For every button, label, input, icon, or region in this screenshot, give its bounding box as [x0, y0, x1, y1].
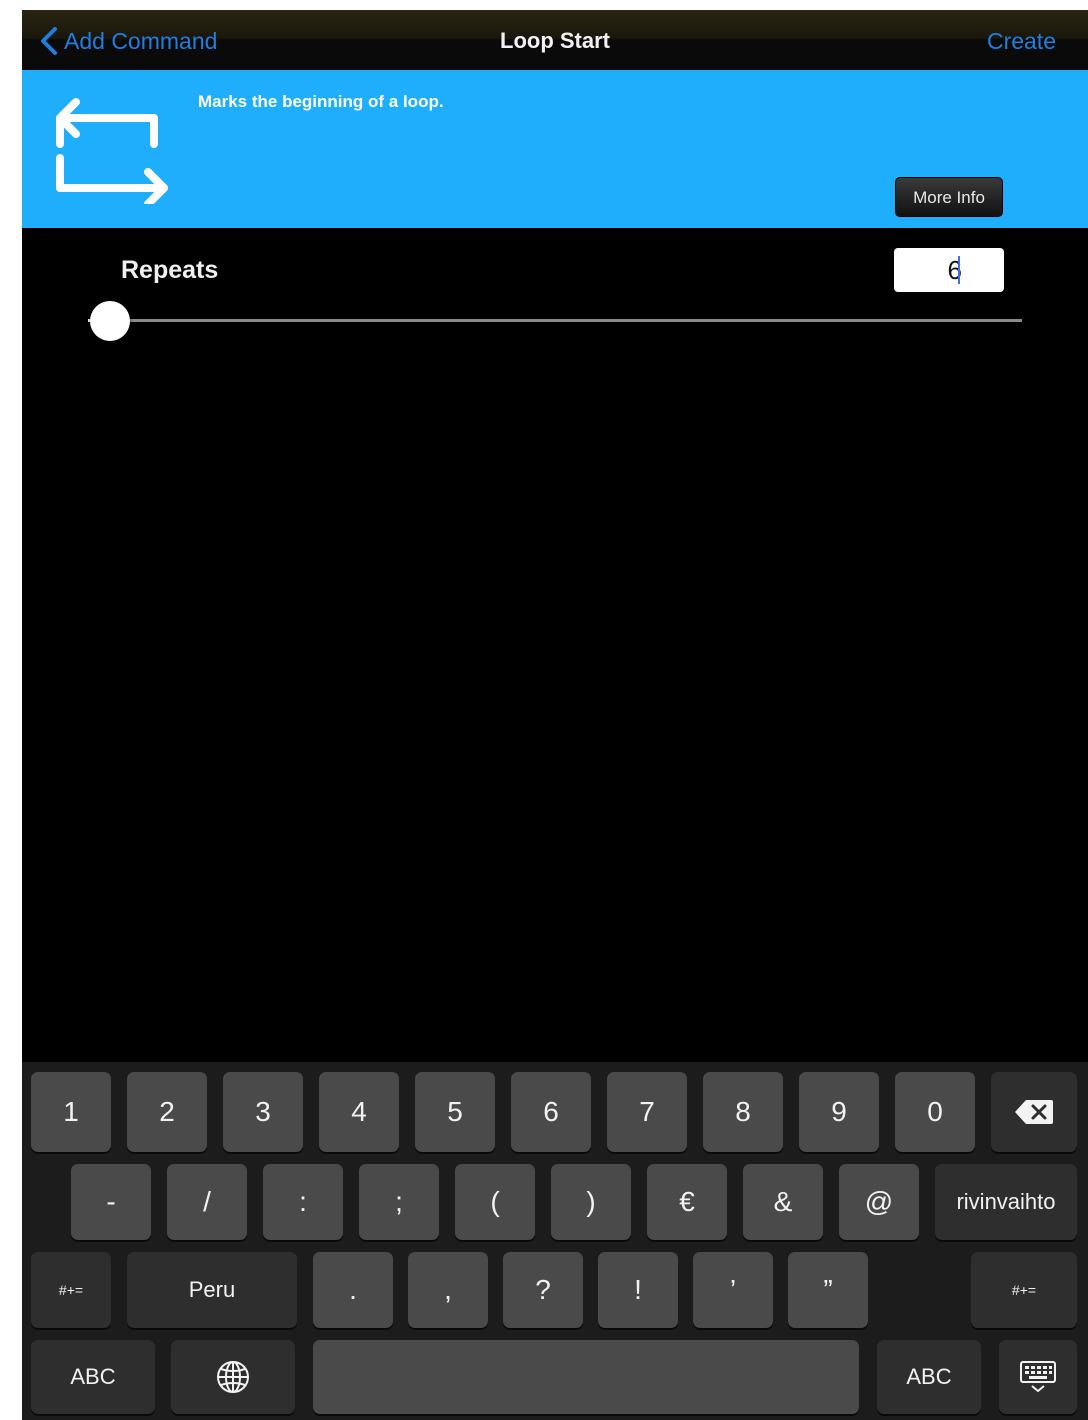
- key-4[interactable]: 4: [319, 1072, 399, 1152]
- symbols-key-right-label: #+=: [1011, 1282, 1037, 1298]
- key-colon[interactable]: :: [263, 1164, 343, 1240]
- abc-key-right[interactable]: ABC: [877, 1340, 981, 1414]
- globe-icon: [217, 1361, 249, 1393]
- dismiss-keyboard-key[interactable]: [999, 1340, 1077, 1414]
- delete-key[interactable]: [991, 1072, 1077, 1152]
- abc-key-right-label: ABC: [906, 1364, 952, 1389]
- return-key-label: rivinvaihto: [956, 1189, 1056, 1214]
- app-screen: Add Command Loop Start Create Marks the …: [22, 10, 1088, 1420]
- text-caret: [958, 256, 960, 284]
- globe-key[interactable]: [171, 1340, 295, 1414]
- key-7[interactable]: 7: [607, 1072, 687, 1152]
- key-open-paren[interactable]: (: [455, 1164, 535, 1240]
- symbols-key-left-label: #+=: [58, 1282, 84, 1298]
- command-description: Marks the beginning of a loop.: [198, 92, 444, 111]
- backspace-icon: [1015, 1100, 1053, 1124]
- onscreen-keyboard: 1 2 3 4 5 6 7 8 9 0 - / : ; ( ) € & @ ri…: [22, 1062, 1088, 1420]
- symbols-key-left[interactable]: #+=: [31, 1252, 111, 1328]
- abc-key-left-label: ABC: [70, 1364, 116, 1389]
- key-close-paren[interactable]: ): [551, 1164, 631, 1240]
- key-9[interactable]: 9: [799, 1072, 879, 1152]
- key-euro[interactable]: €: [647, 1164, 727, 1240]
- key-period[interactable]: .: [313, 1252, 393, 1328]
- repeats-label: Repeats: [121, 256, 219, 284]
- repeats-slider-thumb[interactable]: [90, 301, 130, 341]
- repeats-slider-track[interactable]: [88, 319, 1022, 322]
- keyboard-dismiss-icon: [1020, 1361, 1056, 1393]
- undo-key[interactable]: Peru: [127, 1252, 297, 1328]
- loop-repeat-icon: [56, 98, 168, 204]
- navigation-bar: Add Command Loop Start Create: [22, 10, 1088, 70]
- key-5[interactable]: 5: [415, 1072, 495, 1152]
- key-0[interactable]: 0: [895, 1072, 975, 1152]
- abc-key-left[interactable]: ABC: [31, 1340, 155, 1414]
- info-banner: Marks the beginning of a loop. More Info: [22, 70, 1088, 228]
- undo-key-label: Peru: [188, 1277, 236, 1302]
- return-key[interactable]: rivinvaihto: [935, 1164, 1077, 1240]
- key-question[interactable]: ?: [503, 1252, 583, 1328]
- create-button[interactable]: Create: [987, 28, 1056, 55]
- key-hyphen[interactable]: -: [71, 1164, 151, 1240]
- key-at[interactable]: @: [839, 1164, 919, 1240]
- repeats-input[interactable]: 6: [894, 248, 1004, 292]
- symbols-key-right[interactable]: #+=: [971, 1252, 1077, 1328]
- key-exclamation[interactable]: !: [598, 1252, 678, 1328]
- key-slash[interactable]: /: [167, 1164, 247, 1240]
- key-2[interactable]: 2: [127, 1072, 207, 1152]
- key-semicolon[interactable]: ;: [359, 1164, 439, 1240]
- key-1[interactable]: 1: [31, 1072, 111, 1152]
- key-8[interactable]: 8: [703, 1072, 783, 1152]
- more-info-button[interactable]: More Info: [895, 177, 1003, 217]
- key-apostrophe[interactable]: ’: [693, 1252, 773, 1328]
- key-quote[interactable]: ”: [788, 1252, 868, 1328]
- page-title: Loop Start: [500, 28, 610, 53]
- key-6[interactable]: 6: [511, 1072, 591, 1152]
- key-ampersand[interactable]: &: [743, 1164, 823, 1240]
- space-key[interactable]: [313, 1340, 859, 1414]
- key-3[interactable]: 3: [223, 1072, 303, 1152]
- key-comma[interactable]: ,: [408, 1252, 488, 1328]
